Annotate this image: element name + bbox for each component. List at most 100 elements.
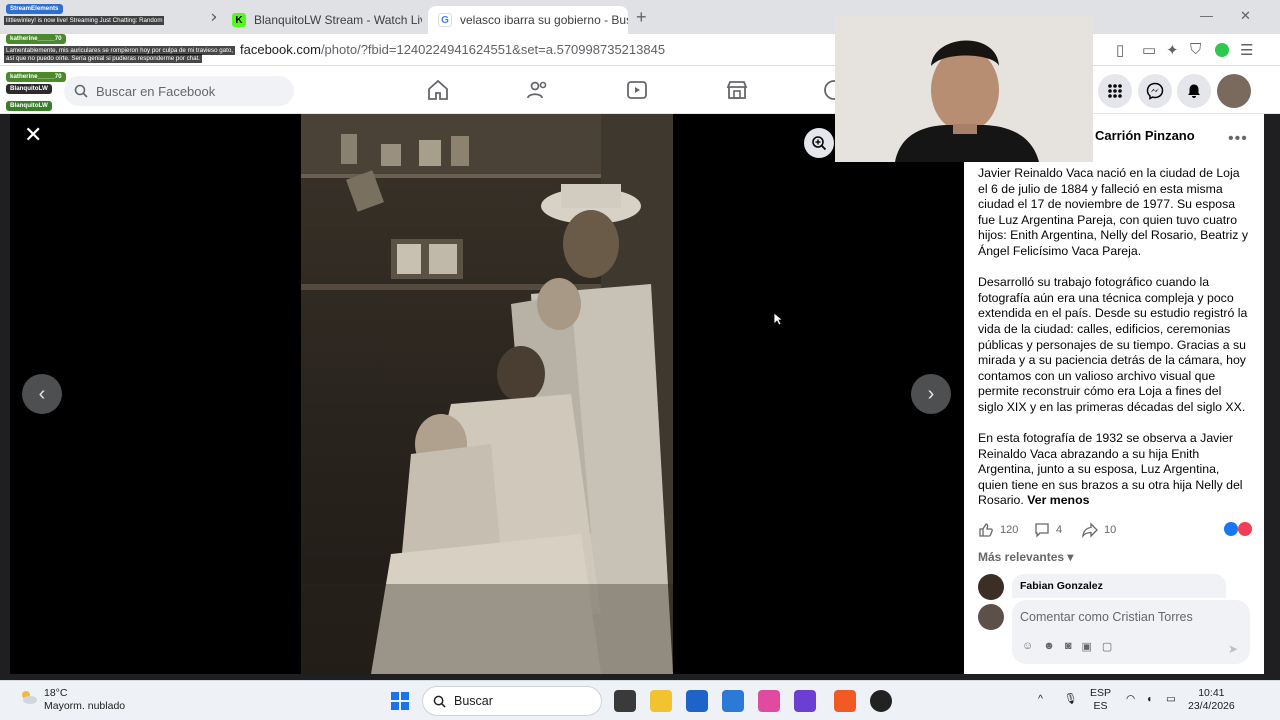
- love-reaction-icon: [1238, 522, 1252, 536]
- sidebar-icon[interactable]: ▯: [1116, 41, 1124, 59]
- composer-tools: ☺ ☻ ◙ ▣ ▢: [1022, 640, 1112, 653]
- caption-paragraph: Javier Reinaldo Vaca nació en la ciudad …: [978, 166, 1248, 258]
- browser-window: ✕ K BlanquitoLW Stream - Watch Live on G…: [0, 0, 1280, 680]
- shield-icon[interactable]: ⛉: [1190, 41, 1201, 58]
- taskbar-search[interactable]: Buscar: [422, 686, 602, 716]
- extension-icon[interactable]: [1215, 43, 1229, 57]
- gif-icon[interactable]: ▣: [1081, 640, 1091, 653]
- task-view-icon[interactable]: [614, 690, 636, 712]
- microphone-icon[interactable]: 🎙: [1064, 693, 1077, 706]
- video-icon[interactable]: [625, 78, 649, 102]
- time: 10:41: [1198, 687, 1225, 699]
- search-icon: [433, 695, 446, 708]
- previous-photo-button[interactable]: ‹: [22, 374, 62, 414]
- menu-icon[interactable]: ☰: [1240, 41, 1253, 59]
- temperature: 18°C: [44, 687, 68, 699]
- language-code: ESP: [1090, 687, 1112, 699]
- close-viewer-icon[interactable]: ✕: [24, 122, 42, 148]
- comment-item: Fabian Gonzalez: [978, 574, 1226, 600]
- user-avatar: [978, 604, 1004, 630]
- like-count: 120: [1000, 524, 1019, 536]
- chevron-down-icon: ▾: [1067, 550, 1074, 564]
- comment-icon: [1035, 523, 1049, 538]
- file-explorer-icon[interactable]: [650, 690, 672, 712]
- friends-icon[interactable]: [526, 78, 550, 102]
- new-tab-button[interactable]: +: [636, 7, 647, 28]
- sort-label: Más relevantes: [978, 550, 1065, 564]
- chat-username: BlanquitoLW: [6, 84, 52, 94]
- send-icon[interactable]: ➤: [1228, 642, 1238, 656]
- weather-widget[interactable]: 18°C Mayorm. nublado: [18, 687, 125, 713]
- streamer-webcam-image: [835, 16, 1093, 162]
- profile-avatar[interactable]: [1217, 74, 1251, 108]
- camera-icon[interactable]: ◙: [1065, 640, 1072, 653]
- battery-icon[interactable]: ▭: [1166, 693, 1176, 706]
- zoom-in-icon: [812, 136, 827, 151]
- obs-icon[interactable]: [870, 690, 892, 712]
- photo-viewer: ✕ ‹ ›: [10, 114, 964, 674]
- language-indicator[interactable]: ESP ES: [1090, 687, 1111, 713]
- comment-count: 4: [1056, 524, 1063, 536]
- stream-chat-overlay: StreamElements littlewinley! is now live…: [4, 4, 272, 124]
- emoji-icon[interactable]: ☻: [1043, 640, 1055, 653]
- volume-icon[interactable]: ◖: [1146, 693, 1152, 706]
- keyboard-code: ES: [1093, 700, 1108, 712]
- reactions-bar: 120 4 10: [978, 518, 1252, 542]
- like-icon: [979, 523, 993, 537]
- post-caption: Javier Reinaldo Vaca nació en la ciudad …: [978, 166, 1250, 525]
- sticker-icon[interactable]: ▢: [1102, 640, 1112, 653]
- like-button[interactable]: 120: [978, 522, 1018, 538]
- photos-icon[interactable]: [722, 690, 744, 712]
- historical-photo: [301, 114, 673, 674]
- post-author[interactable]: Carrión Pinzano: [1095, 128, 1195, 143]
- more-options-button[interactable]: •••: [1228, 130, 1248, 148]
- comment-sort-dropdown[interactable]: Más relevantes ▾: [978, 550, 1073, 564]
- bell-icon: [1188, 84, 1200, 98]
- chat-message: así que no puedo oírte. Sería genial si …: [4, 54, 202, 63]
- store-icon[interactable]: [686, 690, 708, 712]
- copilot-icon[interactable]: ✦: [1166, 41, 1179, 59]
- windows-taskbar: 18°C Mayorm. nublado Buscar ^ 🎙 ESP ES ◠…: [0, 680, 1280, 720]
- messenger-button[interactable]: [1138, 74, 1172, 108]
- comment-input[interactable]: Comentar como Cristian Torres: [1012, 600, 1250, 664]
- chat-username: BlanquitoLW: [6, 101, 52, 111]
- comment-composer: Comentar como Cristian Torres ☺ ☻ ◙ ▣ ▢ …: [978, 600, 1250, 666]
- app-icon[interactable]: [794, 690, 816, 712]
- comment-button[interactable]: 4: [1034, 522, 1062, 538]
- see-less-link[interactable]: Ver menos: [1027, 493, 1089, 507]
- notifications-button[interactable]: [1177, 74, 1211, 108]
- wallet-icon[interactable]: ▭: [1142, 41, 1156, 59]
- avatar-sticker-icon[interactable]: ☺: [1022, 640, 1033, 653]
- share-icon: [1082, 522, 1098, 538]
- tab-label: velasco ibarra su gobierno - Buscar c: [460, 13, 628, 27]
- webcam-overlay: [835, 16, 1093, 162]
- comment-placeholder: Comentar como Cristian Torres: [1020, 610, 1193, 624]
- clock[interactable]: 10:41 23/4/2026: [1188, 687, 1235, 713]
- share-button[interactable]: 10: [1082, 522, 1116, 538]
- windows-start-icon[interactable]: [390, 691, 410, 711]
- caption-paragraph: En esta fotografía de 1932 se observa a …: [978, 431, 1250, 509]
- share-count: 10: [1104, 524, 1117, 536]
- url-field[interactable]: facebook.com/photo/?fbid=124022494162455…: [240, 42, 665, 57]
- commenter-name[interactable]: Fabian Gonzalez: [1012, 574, 1226, 598]
- post-side-panel: Carrión Pinzano ••• Javier Reinaldo Vaca…: [964, 114, 1264, 674]
- chevron-left-icon: ‹: [38, 382, 46, 405]
- close-window-icon[interactable]: ✕: [1240, 8, 1251, 24]
- weather-description: Mayorm. nublado: [44, 700, 126, 712]
- like-reaction-icon: [1224, 522, 1238, 536]
- caption-text: En esta fotografía de 1932 se observa a …: [978, 431, 1243, 508]
- zoom-button[interactable]: [804, 128, 834, 158]
- minimize-icon[interactable]: —: [1200, 8, 1213, 23]
- home-icon[interactable]: [426, 78, 450, 102]
- brave-browser-icon[interactable]: [834, 690, 856, 712]
- next-photo-button[interactable]: ›: [911, 374, 951, 414]
- copilot-app-icon[interactable]: [758, 690, 780, 712]
- cloudy-weather-icon: [22, 691, 37, 704]
- menu-grid-button[interactable]: [1098, 74, 1132, 108]
- wifi-icon[interactable]: ◠: [1126, 693, 1135, 706]
- tab-google[interactable]: G velasco ibarra su gobierno - Buscar c: [428, 6, 628, 34]
- chevron-up-icon[interactable]: ^: [1038, 693, 1043, 706]
- chevron-right-icon: ›: [927, 382, 935, 405]
- commenter-avatar[interactable]: [978, 574, 1004, 600]
- marketplace-icon[interactable]: [725, 78, 749, 102]
